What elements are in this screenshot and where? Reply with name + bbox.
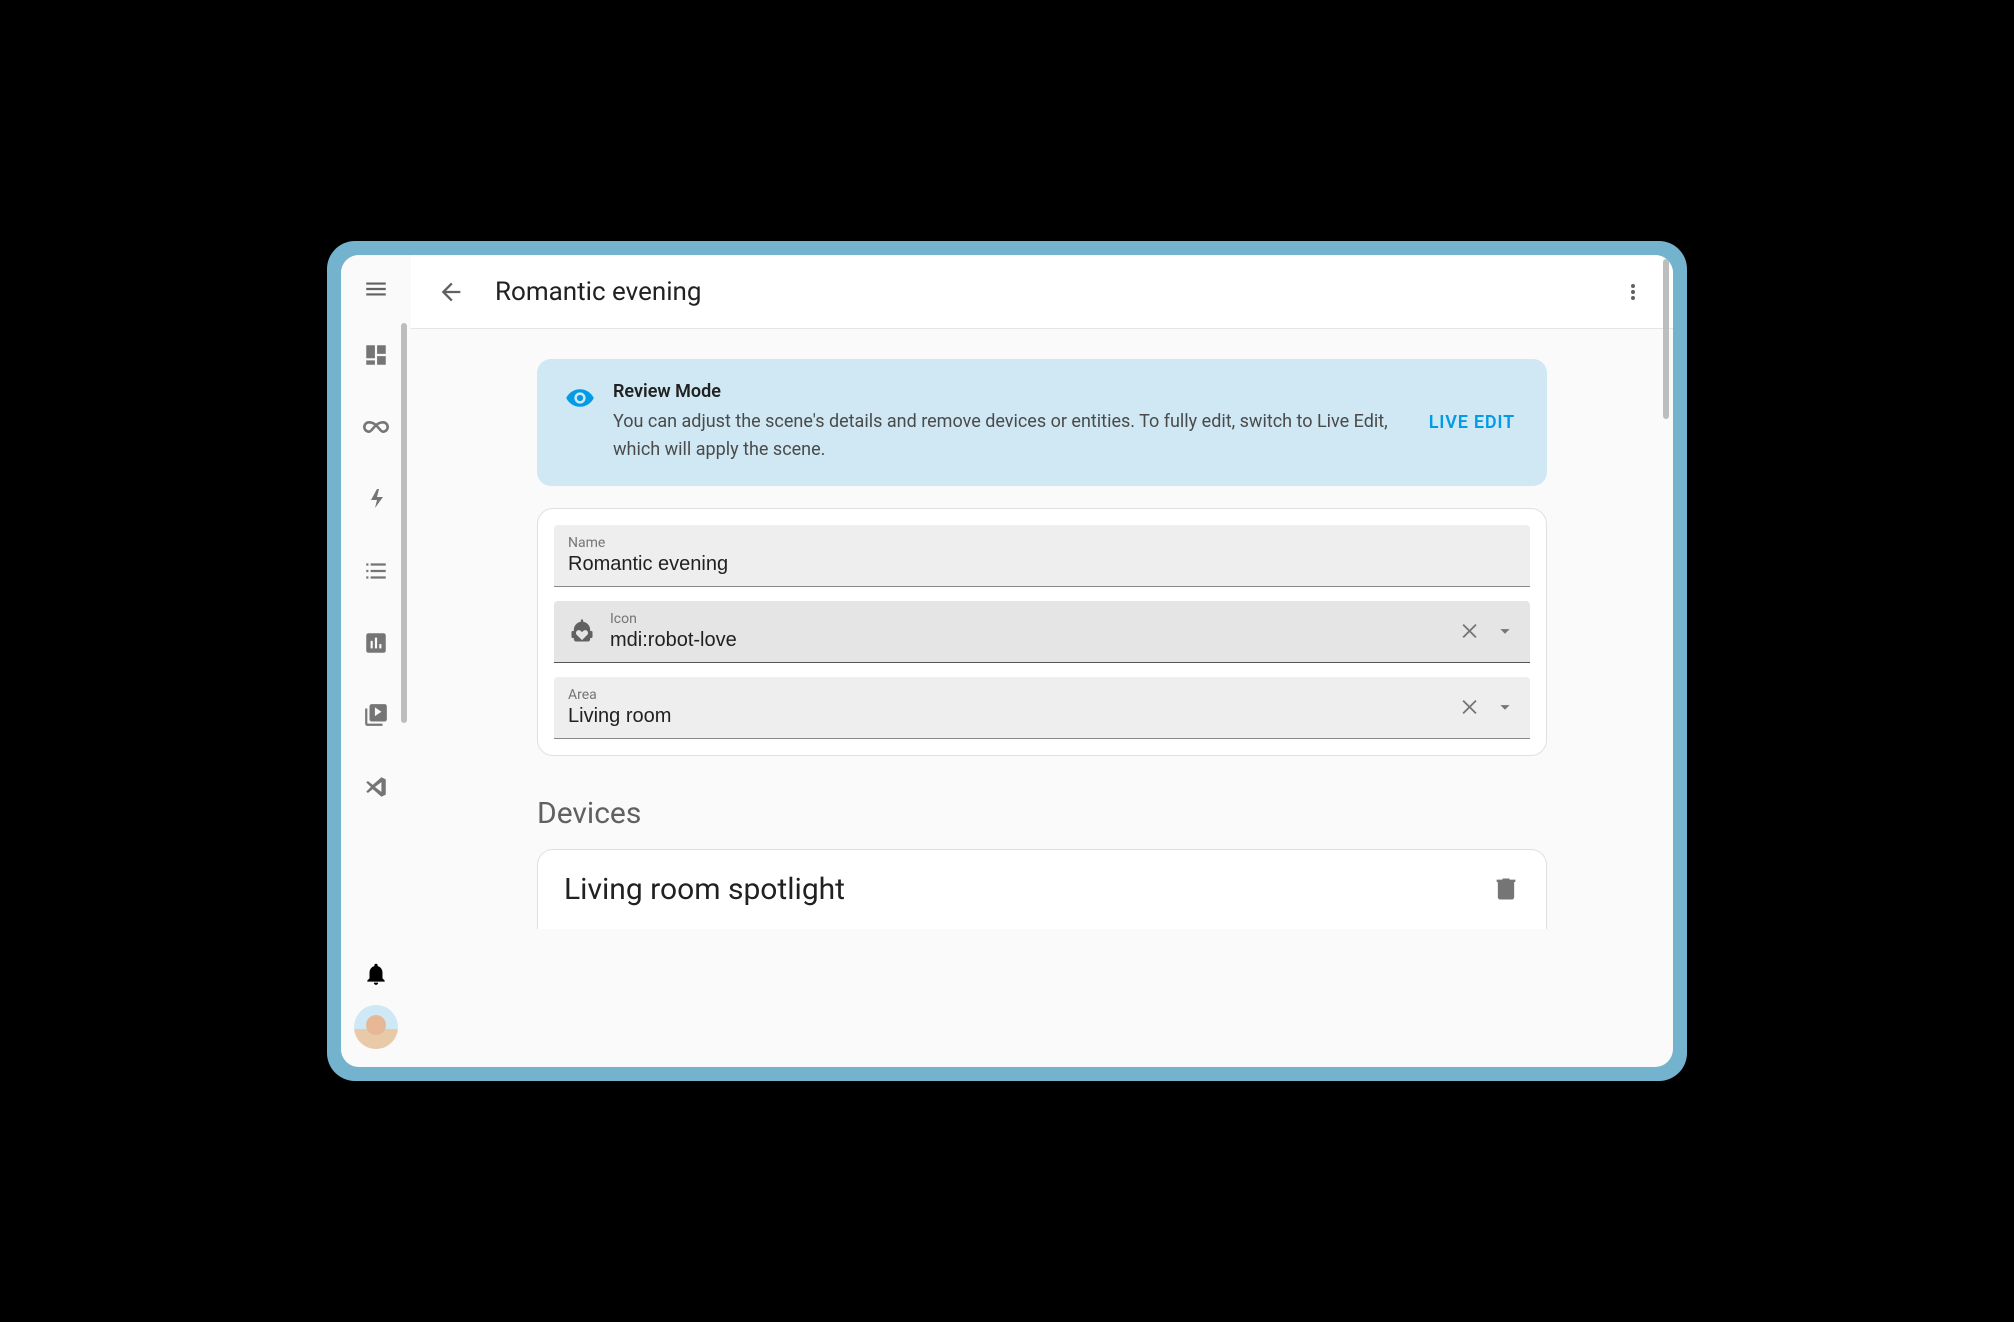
eye-icon bbox=[565, 383, 595, 413]
device-name: Living room spotlight bbox=[564, 872, 1478, 907]
sidebar-item-energy[interactable] bbox=[352, 403, 400, 451]
sidebar-item-media[interactable] bbox=[352, 691, 400, 739]
live-edit-button[interactable]: LIVE EDIT bbox=[1425, 404, 1519, 441]
name-field[interactable]: Name bbox=[554, 525, 1530, 587]
topbar: Romantic evening bbox=[411, 255, 1673, 329]
chevron-down-icon bbox=[1494, 620, 1516, 642]
sidebar-item-automations[interactable] bbox=[352, 475, 400, 523]
main-scrollbar[interactable] bbox=[1663, 259, 1669, 419]
icon-field-label: Icon bbox=[610, 611, 1444, 627]
area-dropdown-button[interactable] bbox=[1494, 696, 1516, 718]
content-inner: Review Mode You can adjust the scene's d… bbox=[537, 359, 1547, 929]
icon-input[interactable] bbox=[610, 629, 1444, 652]
name-input[interactable] bbox=[568, 553, 1516, 576]
robot-love-icon bbox=[568, 616, 596, 646]
list-icon bbox=[363, 558, 389, 584]
sidebar-scrollbar[interactable] bbox=[401, 323, 407, 723]
window-frame: Romantic evening Review Mode You can adj… bbox=[327, 241, 1687, 1081]
dots-vertical-icon bbox=[1621, 280, 1645, 304]
scene-details-card: Name Icon bbox=[537, 508, 1547, 756]
trash-icon bbox=[1492, 875, 1520, 903]
area-field[interactable]: Area bbox=[554, 677, 1530, 739]
sidebar-bottom bbox=[354, 961, 398, 1067]
close-icon bbox=[1458, 620, 1480, 642]
device-row[interactable]: Living room spotlight bbox=[537, 849, 1547, 929]
area-field-label: Area bbox=[568, 687, 1444, 703]
arrow-left-icon bbox=[437, 278, 465, 306]
window-inner: Romantic evening Review Mode You can adj… bbox=[341, 255, 1673, 1067]
hamburger-icon bbox=[363, 276, 389, 302]
sidebar-item-list[interactable] bbox=[352, 547, 400, 595]
area-input[interactable] bbox=[568, 705, 1444, 728]
area-clear-button[interactable] bbox=[1458, 696, 1480, 718]
chevron-down-icon bbox=[1494, 696, 1516, 718]
page-title: Romantic evening bbox=[495, 277, 1589, 307]
close-icon bbox=[1458, 696, 1480, 718]
sidebar bbox=[341, 255, 411, 1067]
sidebar-nav bbox=[352, 331, 400, 961]
flash-icon bbox=[364, 487, 388, 511]
sidebar-item-statistics[interactable] bbox=[352, 619, 400, 667]
content: Review Mode You can adjust the scene's d… bbox=[411, 329, 1673, 1067]
menu-button[interactable] bbox=[352, 265, 400, 313]
device-delete-button[interactable] bbox=[1492, 875, 1520, 903]
vscode-icon bbox=[363, 774, 389, 800]
review-banner-text: Review Mode You can adjust the scene's d… bbox=[613, 381, 1407, 464]
sidebar-item-notifications[interactable] bbox=[363, 961, 389, 987]
play-box-multiple-icon bbox=[363, 702, 389, 728]
poll-box-icon bbox=[363, 630, 389, 656]
name-field-label: Name bbox=[568, 535, 1516, 551]
view-dashboard-icon bbox=[363, 342, 389, 368]
infinity-icon bbox=[362, 413, 390, 441]
sidebar-item-vscode[interactable] bbox=[352, 763, 400, 811]
more-menu-button[interactable] bbox=[1613, 272, 1653, 312]
user-avatar[interactable] bbox=[354, 1005, 398, 1049]
review-mode-banner: Review Mode You can adjust the scene's d… bbox=[537, 359, 1547, 486]
devices-section-title: Devices bbox=[537, 796, 1547, 831]
review-banner-title: Review Mode bbox=[613, 381, 1407, 402]
review-banner-body: You can adjust the scene's details and r… bbox=[613, 408, 1407, 464]
sidebar-item-dashboard[interactable] bbox=[352, 331, 400, 379]
icon-field[interactable]: Icon bbox=[554, 601, 1530, 663]
bell-icon bbox=[363, 961, 389, 987]
icon-clear-button[interactable] bbox=[1458, 620, 1480, 642]
main-area: Romantic evening Review Mode You can adj… bbox=[411, 255, 1673, 1067]
icon-dropdown-button[interactable] bbox=[1494, 620, 1516, 642]
back-button[interactable] bbox=[431, 272, 471, 312]
